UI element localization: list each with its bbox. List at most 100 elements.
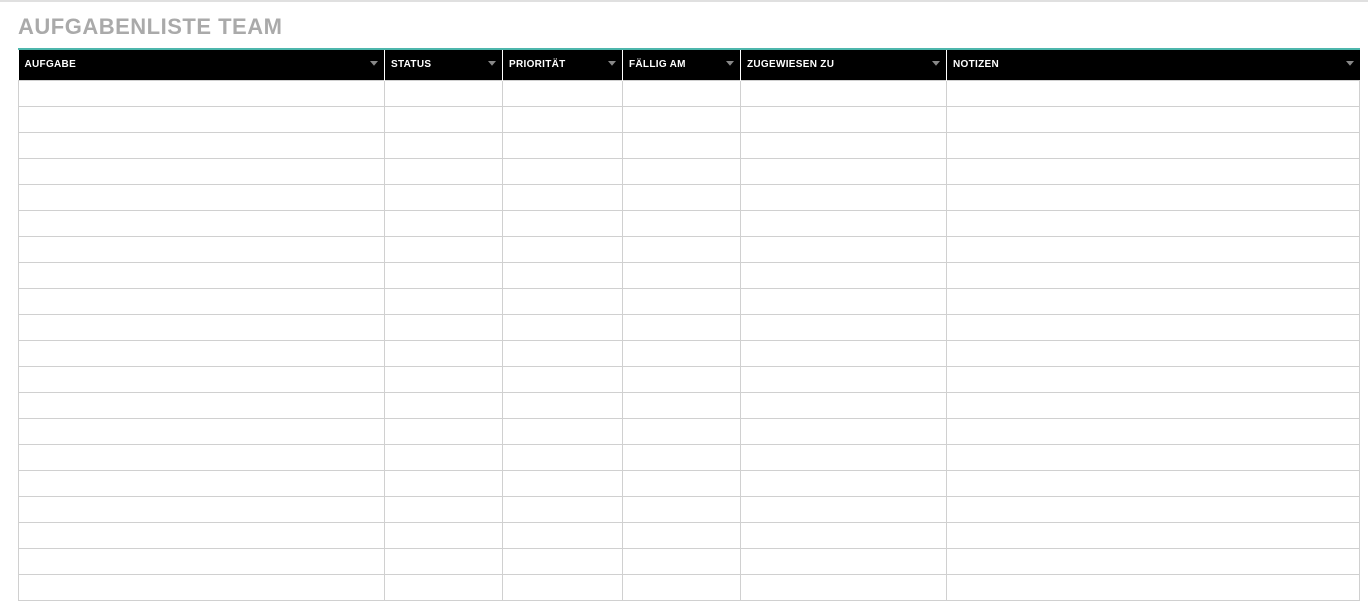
cell-prioritaet[interactable] <box>503 470 623 496</box>
cell-zugewiesen[interactable] <box>741 210 947 236</box>
cell-zugewiesen[interactable] <box>741 158 947 184</box>
cell-faellig[interactable] <box>623 288 741 314</box>
cell-status[interactable] <box>385 418 503 444</box>
cell-prioritaet[interactable] <box>503 340 623 366</box>
cell-faellig[interactable] <box>623 418 741 444</box>
cell-status[interactable] <box>385 444 503 470</box>
cell-status[interactable] <box>385 288 503 314</box>
cell-aufgabe[interactable] <box>19 444 385 470</box>
cell-zugewiesen[interactable] <box>741 132 947 158</box>
cell-aufgabe[interactable] <box>19 340 385 366</box>
column-header-faellig[interactable]: FÄLLIG AM <box>623 50 741 80</box>
cell-notizen[interactable] <box>947 106 1360 132</box>
cell-zugewiesen[interactable] <box>741 470 947 496</box>
cell-faellig[interactable] <box>623 210 741 236</box>
cell-faellig[interactable] <box>623 80 741 106</box>
cell-prioritaet[interactable] <box>503 184 623 210</box>
cell-status[interactable] <box>385 496 503 522</box>
column-header-status[interactable]: STATUS <box>385 50 503 80</box>
cell-status[interactable] <box>385 314 503 340</box>
cell-zugewiesen[interactable] <box>741 314 947 340</box>
cell-faellig[interactable] <box>623 496 741 522</box>
cell-faellig[interactable] <box>623 236 741 262</box>
filter-icon[interactable] <box>370 61 378 69</box>
cell-status[interactable] <box>385 262 503 288</box>
cell-zugewiesen[interactable] <box>741 184 947 210</box>
cell-aufgabe[interactable] <box>19 548 385 574</box>
cell-zugewiesen[interactable] <box>741 366 947 392</box>
cell-notizen[interactable] <box>947 184 1360 210</box>
cell-prioritaet[interactable] <box>503 496 623 522</box>
cell-faellig[interactable] <box>623 444 741 470</box>
cell-notizen[interactable] <box>947 548 1360 574</box>
cell-notizen[interactable] <box>947 80 1360 106</box>
cell-prioritaet[interactable] <box>503 106 623 132</box>
cell-faellig[interactable] <box>623 470 741 496</box>
column-header-aufgabe[interactable]: AUFGABE <box>19 50 385 80</box>
cell-status[interactable] <box>385 158 503 184</box>
cell-aufgabe[interactable] <box>19 470 385 496</box>
cell-notizen[interactable] <box>947 470 1360 496</box>
cell-zugewiesen[interactable] <box>741 106 947 132</box>
cell-prioritaet[interactable] <box>503 314 623 340</box>
cell-prioritaet[interactable] <box>503 210 623 236</box>
cell-aufgabe[interactable] <box>19 80 385 106</box>
cell-faellig[interactable] <box>623 106 741 132</box>
cell-prioritaet[interactable] <box>503 158 623 184</box>
cell-prioritaet[interactable] <box>503 444 623 470</box>
cell-faellig[interactable] <box>623 184 741 210</box>
cell-prioritaet[interactable] <box>503 522 623 548</box>
cell-notizen[interactable] <box>947 444 1360 470</box>
cell-aufgabe[interactable] <box>19 158 385 184</box>
cell-status[interactable] <box>385 210 503 236</box>
cell-prioritaet[interactable] <box>503 548 623 574</box>
cell-aufgabe[interactable] <box>19 106 385 132</box>
cell-notizen[interactable] <box>947 496 1360 522</box>
cell-prioritaet[interactable] <box>503 262 623 288</box>
cell-aufgabe[interactable] <box>19 132 385 158</box>
cell-status[interactable] <box>385 522 503 548</box>
cell-zugewiesen[interactable] <box>741 444 947 470</box>
cell-zugewiesen[interactable] <box>741 418 947 444</box>
cell-aufgabe[interactable] <box>19 366 385 392</box>
cell-zugewiesen[interactable] <box>741 574 947 600</box>
column-header-prioritaet[interactable]: PRIORITÄT <box>503 50 623 80</box>
cell-aufgabe[interactable] <box>19 574 385 600</box>
filter-icon[interactable] <box>488 61 496 69</box>
filter-icon[interactable] <box>932 61 940 69</box>
cell-faellig[interactable] <box>623 132 741 158</box>
cell-aufgabe[interactable] <box>19 184 385 210</box>
column-header-zugewiesen[interactable]: ZUGEWIESEN ZU <box>741 50 947 80</box>
column-header-notizen[interactable]: NOTIZEN <box>947 50 1360 80</box>
cell-notizen[interactable] <box>947 392 1360 418</box>
cell-zugewiesen[interactable] <box>741 262 947 288</box>
cell-aufgabe[interactable] <box>19 392 385 418</box>
cell-notizen[interactable] <box>947 574 1360 600</box>
cell-aufgabe[interactable] <box>19 496 385 522</box>
cell-notizen[interactable] <box>947 236 1360 262</box>
cell-notizen[interactable] <box>947 366 1360 392</box>
cell-aufgabe[interactable] <box>19 522 385 548</box>
cell-zugewiesen[interactable] <box>741 522 947 548</box>
cell-status[interactable] <box>385 574 503 600</box>
cell-zugewiesen[interactable] <box>741 340 947 366</box>
cell-aufgabe[interactable] <box>19 236 385 262</box>
cell-faellig[interactable] <box>623 158 741 184</box>
cell-status[interactable] <box>385 236 503 262</box>
cell-aufgabe[interactable] <box>19 418 385 444</box>
filter-icon[interactable] <box>608 61 616 69</box>
cell-faellig[interactable] <box>623 262 741 288</box>
cell-notizen[interactable] <box>947 288 1360 314</box>
cell-prioritaet[interactable] <box>503 418 623 444</box>
cell-faellig[interactable] <box>623 340 741 366</box>
cell-zugewiesen[interactable] <box>741 548 947 574</box>
cell-notizen[interactable] <box>947 340 1360 366</box>
cell-prioritaet[interactable] <box>503 236 623 262</box>
cell-aufgabe[interactable] <box>19 314 385 340</box>
cell-prioritaet[interactable] <box>503 288 623 314</box>
cell-notizen[interactable] <box>947 522 1360 548</box>
cell-status[interactable] <box>385 366 503 392</box>
cell-faellig[interactable] <box>623 522 741 548</box>
cell-status[interactable] <box>385 470 503 496</box>
cell-faellig[interactable] <box>623 314 741 340</box>
